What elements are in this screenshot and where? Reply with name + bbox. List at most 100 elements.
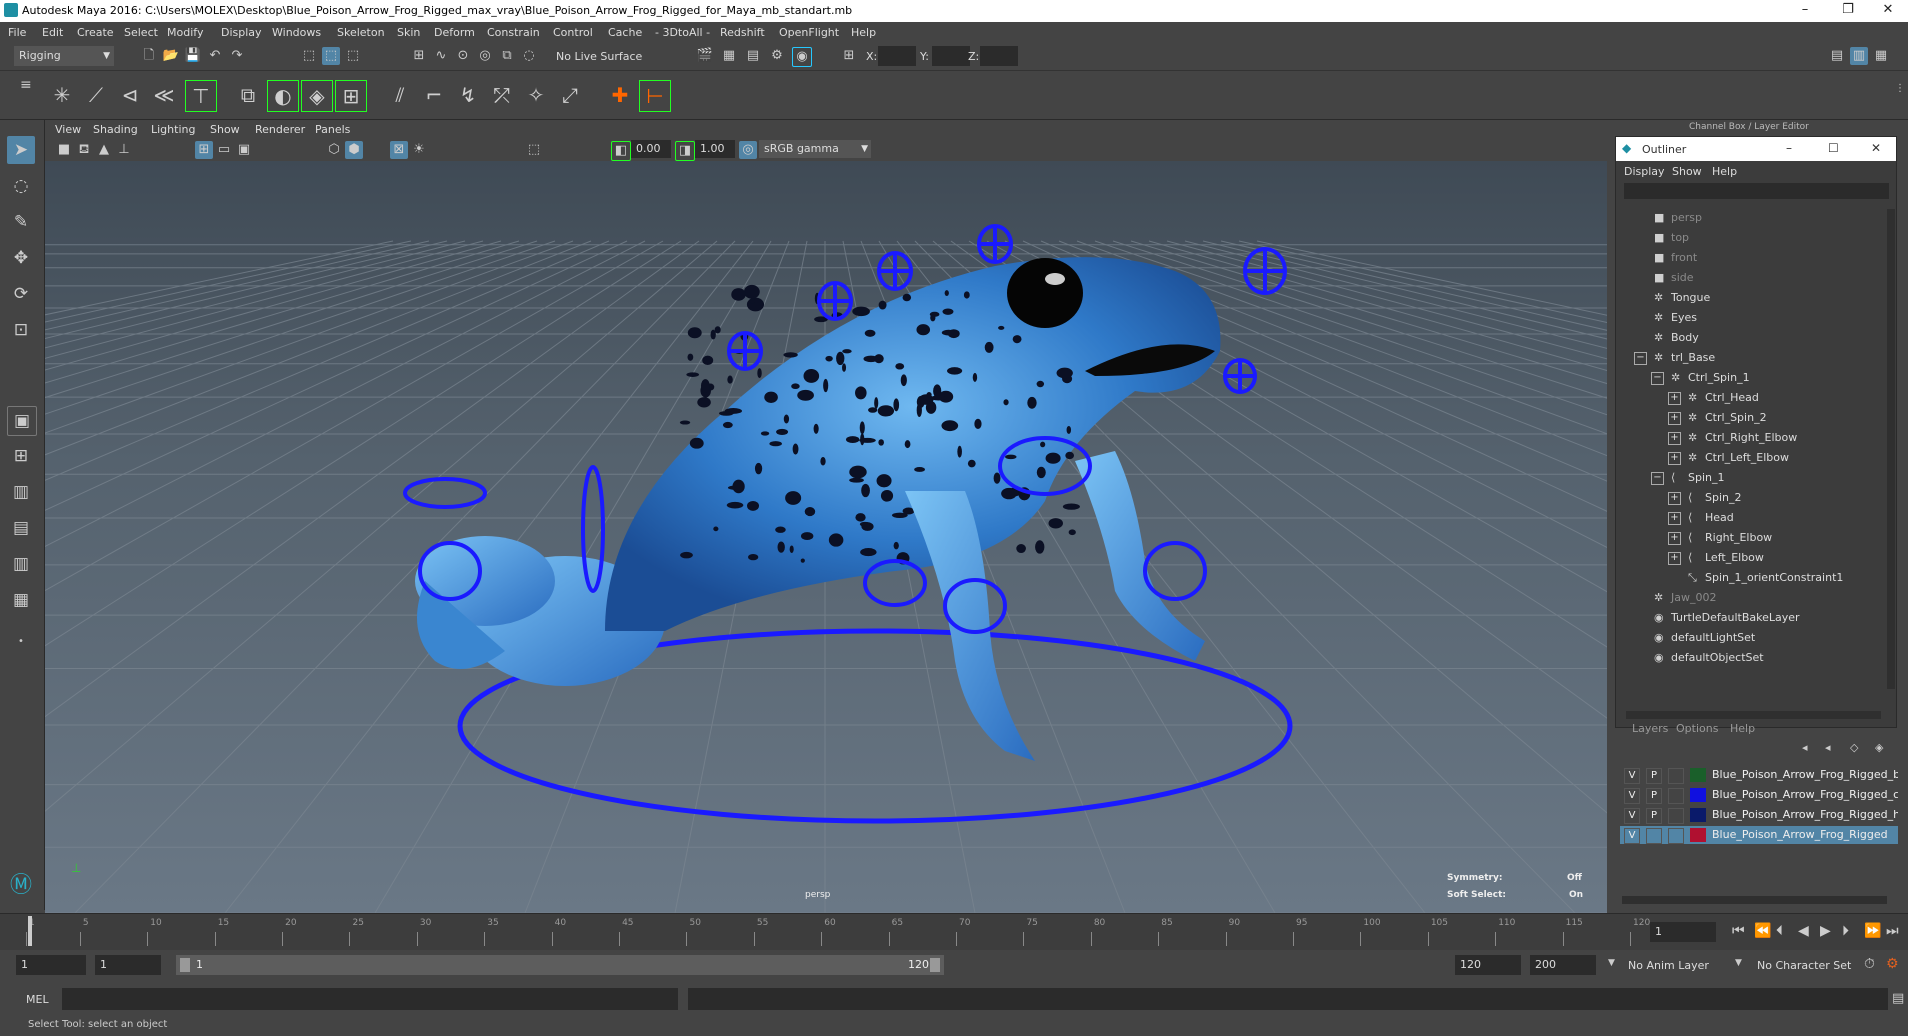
outliner-item[interactable]: ■ side <box>1616 269 1886 287</box>
playback-toggle[interactable] <box>1646 828 1662 844</box>
lights-icon[interactable]: ☀ <box>410 141 428 159</box>
expand-toggle-icon[interactable]: − <box>1651 472 1664 485</box>
menu-openflight[interactable]: OpenFlight <box>779 26 839 39</box>
layer-row[interactable]: V Blue_Poison_Arrow_Frog_Rigged <box>1620 826 1898 844</box>
viewport-menu-renderer[interactable]: Renderer <box>255 123 305 136</box>
outliner-menu-display[interactable]: Display <box>1624 165 1665 178</box>
menu-deform[interactable]: Deform <box>434 26 475 39</box>
film-gate-icon[interactable]: ▭ <box>215 141 233 159</box>
snap-view-icon[interactable]: ◎ <box>476 47 494 65</box>
menu-cache[interactable]: Cache <box>608 26 642 39</box>
viewport-3d[interactable]: Symmetry: Off Soft Select: On persp ⊥ <box>45 161 1607 913</box>
outliner-item[interactable]: ■ persp <box>1616 209 1886 227</box>
ipr-render-icon[interactable]: ▤ <box>744 47 762 65</box>
bind-skin-icon[interactable]: ⧉ <box>233 80 263 110</box>
image-plane-icon[interactable]: ⊥ <box>115 141 133 159</box>
redo-icon[interactable]: ↷ <box>228 47 246 65</box>
outliner-item[interactable]: + ⟨ Spin_2 <box>1616 489 1886 507</box>
snap-grid-icon[interactable]: ⊞ <box>410 47 428 65</box>
layer-color-swatch[interactable] <box>1690 768 1706 782</box>
layer-tab-layers[interactable]: Layers <box>1632 722 1668 735</box>
close-icon[interactable]: ✕ <box>1868 2 1908 17</box>
menu-skin[interactable]: Skin <box>397 26 420 39</box>
lattice-icon[interactable]: ⊞ <box>335 80 367 112</box>
outliner-item[interactable]: ◉ TurtleDefaultBakeLayer <box>1616 609 1886 627</box>
scene-start-field[interactable]: 1 <box>16 955 86 975</box>
z-field[interactable] <box>980 46 1018 66</box>
script-editor-icon[interactable]: ▤ <box>1892 991 1904 1006</box>
menu-skeleton[interactable]: Skeleton <box>337 26 385 39</box>
anim-layer-label[interactable]: No Anim Layer <box>1628 959 1709 972</box>
step-forward-key-icon[interactable]: ⏩ <box>1864 923 1881 939</box>
outliner-item[interactable]: ⤡ Spin_1_orientConstraint1 <box>1616 569 1886 587</box>
play-forward-icon[interactable]: ▶ <box>1820 923 1831 939</box>
modeling-toolkit-icon[interactable]: ▤ <box>1828 47 1846 65</box>
scale-constraint-icon[interactable]: ✧ <box>521 80 551 110</box>
add-layout-icon[interactable]: • <box>7 628 35 656</box>
menu-modify[interactable]: Modify <box>167 26 203 39</box>
save-scene-icon[interactable]: 💾 <box>184 47 202 65</box>
outliner-item[interactable]: ■ front <box>1616 249 1886 267</box>
persp-outliner-icon[interactable]: ▥ <box>7 478 35 506</box>
mel-label[interactable]: MEL <box>26 993 49 1006</box>
snap-point-icon[interactable]: ⊙ <box>454 47 472 65</box>
expand-toggle-icon[interactable]: − <box>1651 372 1664 385</box>
char-set-dropdown-icon[interactable]: ▼ <box>1735 958 1742 968</box>
snap-surface-icon[interactable]: ⧉ <box>498 47 516 65</box>
display-type-toggle[interactable] <box>1668 828 1684 844</box>
outliner-item[interactable]: − ✲ trl_Base <box>1616 349 1886 367</box>
current-frame-field[interactable]: 1 <box>1650 922 1716 942</box>
layer-hscrollbar[interactable] <box>1622 896 1887 904</box>
paint-select-icon[interactable]: ✎ <box>7 208 35 236</box>
select-object-icon[interactable]: ⬚ <box>322 47 340 65</box>
textured-icon[interactable]: ⊠ <box>390 141 408 159</box>
wireframe-icon[interactable]: ⬡ <box>325 141 343 159</box>
paint-weights-icon[interactable]: ◈ <box>301 80 333 112</box>
single-view-icon[interactable]: ▣ <box>7 406 37 436</box>
step-back-key-icon[interactable]: ⏪ <box>1754 923 1771 939</box>
playback-start-field[interactable]: 1 <box>95 955 161 975</box>
range-slider[interactable]: 1 120 <box>176 955 944 975</box>
expand-toggle-icon[interactable]: + <box>1668 532 1681 545</box>
expand-toggle-icon[interactable]: − <box>1634 352 1647 365</box>
anim-layer-dropdown-icon[interactable]: ▼ <box>1608 958 1615 968</box>
menu-windows[interactable]: Windows <box>272 26 321 39</box>
expand-toggle-icon[interactable]: + <box>1668 492 1681 505</box>
color-management-icon[interactable]: ◎ <box>739 141 757 159</box>
menu-constrain[interactable]: Constrain <box>487 26 540 39</box>
timeline-track[interactable]: 1510152025303540455055606570758085909510… <box>26 918 1650 946</box>
outliner-item[interactable]: − ⟨ Spin_1 <box>1616 469 1886 487</box>
expand-toggle-icon[interactable]: + <box>1668 512 1681 525</box>
hypershade-layout-icon[interactable]: ▥ <box>7 550 35 578</box>
outliner-item[interactable]: + ✲ Ctrl_Left_Elbow <box>1616 449 1886 467</box>
colorspace-dropdown[interactable]: sRGB gamma ▼ <box>759 140 871 158</box>
new-scene-icon[interactable]: 🗋 <box>140 47 158 65</box>
menu-file[interactable]: File <box>8 26 26 39</box>
char-set-label[interactable]: No Character Set <box>1757 959 1851 972</box>
expand-toggle-icon[interactable]: + <box>1668 392 1681 405</box>
menu-create[interactable]: Create <box>77 26 114 39</box>
move-layer-down-icon[interactable]: ◂ <box>1825 741 1831 754</box>
menu-help[interactable]: Help <box>851 26 876 39</box>
y-field[interactable] <box>932 46 970 66</box>
exposure-icon[interactable]: ◧ <box>611 141 631 161</box>
outliner-item[interactable]: + ⟨ Left_Elbow <box>1616 549 1886 567</box>
move-tool-icon[interactable]: ✥ <box>7 244 35 272</box>
render-view-icon[interactable]: 🎬 <box>696 47 714 65</box>
outliner-menu-help[interactable]: Help <box>1712 165 1737 178</box>
outliner-scrollbar[interactable] <box>1887 209 1895 689</box>
expand-toggle-icon[interactable]: + <box>1668 552 1681 565</box>
scene-end-field[interactable]: 200 <box>1530 955 1596 975</box>
gamma-field[interactable]: 1.00 <box>695 140 735 158</box>
time-slider[interactable]: 1510152025303540455055606570758085909510… <box>0 913 1908 950</box>
layer-row[interactable]: V P Blue_Poison_Arrow_Frog_Rigged_b <box>1620 766 1898 784</box>
minimize-icon[interactable]: – <box>1785 2 1825 17</box>
visibility-toggle[interactable]: V <box>1624 808 1640 824</box>
viewport-menu-view[interactable]: View <box>55 123 81 136</box>
preferences-icon[interactable]: ⚙ <box>1886 956 1899 972</box>
hypershade-icon[interactable]: ◉ <box>792 47 812 67</box>
layer-row[interactable]: V P Blue_Poison_Arrow_Frog_Rigged_c <box>1620 786 1898 804</box>
select-component-icon[interactable]: ⬚ <box>344 47 362 65</box>
close-icon[interactable]: ✕ <box>1871 141 1881 155</box>
step-forward-frame-icon[interactable]: ⏵ <box>1842 923 1849 939</box>
